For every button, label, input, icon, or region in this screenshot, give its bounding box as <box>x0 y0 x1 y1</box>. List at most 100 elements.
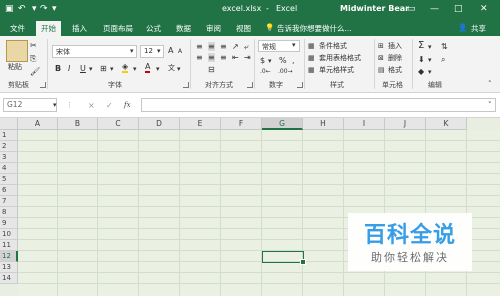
paste-button[interactable]: 粘贴 <box>8 63 22 72</box>
row-header-9[interactable]: 9 <box>0 218 18 229</box>
row-header-13[interactable]: 13 <box>0 262 18 273</box>
phonetic-dropdown-icon[interactable]: ▾ <box>177 65 181 74</box>
confirm-edit-icon[interactable]: ✓ <box>106 101 113 110</box>
tell-me-search[interactable]: 告诉我你想要做什么... <box>277 23 352 34</box>
expand-formula-bar-icon[interactable]: ˅ <box>488 101 492 110</box>
format-painter-icon[interactable]: 🖌 <box>30 67 40 76</box>
increase-decimal-icon[interactable]: .0← <box>260 67 271 76</box>
tab-insert[interactable]: 插入 <box>72 23 87 34</box>
select-all-corner[interactable] <box>0 118 18 130</box>
autosum-button[interactable]: Σ <box>418 41 424 51</box>
font-size-dropdown-icon[interactable]: ▾ <box>157 47 161 56</box>
quick-access-dropdown-icon[interactable]: ▾ <box>52 3 57 15</box>
conditional-format-icon[interactable]: ▦ <box>308 42 315 51</box>
close-icon[interactable]: ✕ <box>480 3 488 15</box>
underline-button[interactable]: U <box>80 64 86 73</box>
paste-icon[interactable] <box>6 40 28 62</box>
conditional-format-button[interactable]: 条件格式 <box>319 42 347 51</box>
column-header-h[interactable]: H <box>303 118 344 130</box>
autosum-dropdown-icon[interactable]: ▾ <box>428 43 432 52</box>
tab-file[interactable]: 文件 <box>10 23 25 34</box>
column-header-d[interactable]: D <box>139 118 180 130</box>
insert-cells-button[interactable]: 插入 <box>388 42 402 51</box>
column-header-b[interactable]: B <box>58 118 98 130</box>
tab-review[interactable]: 审阅 <box>206 23 221 34</box>
orientation-icon[interactable]: ↗ <box>232 42 239 51</box>
row-header-6[interactable]: 6 <box>0 185 18 196</box>
row-header-2[interactable]: 2 <box>0 141 18 152</box>
merge-center-icon[interactable]: ⊟ <box>208 65 215 74</box>
fill-color-icon[interactable]: ◈ <box>122 62 129 73</box>
share-icon[interactable]: 👤 <box>458 23 467 32</box>
column-header-e[interactable]: E <box>180 118 221 130</box>
grow-font-icon[interactable]: A <box>168 46 173 55</box>
align-right-icon[interactable]: ≡ <box>220 53 227 62</box>
tab-formulas[interactable]: 公式 <box>146 23 161 34</box>
phonetic-icon[interactable]: 文 <box>168 64 175 73</box>
column-header-c[interactable]: C <box>98 118 139 130</box>
fill-handle[interactable] <box>300 259 306 265</box>
font-name-select[interactable]: 宋体 <box>52 45 137 58</box>
number-launcher-icon[interactable] <box>297 82 303 88</box>
insert-cells-icon[interactable]: ⊞ <box>378 42 384 51</box>
insert-function-button[interactable]: fx <box>124 101 131 110</box>
font-launcher-icon[interactable] <box>183 82 189 88</box>
font-name-dropdown-icon[interactable]: ▾ <box>130 47 134 56</box>
cancel-edit-icon[interactable]: × <box>88 101 95 110</box>
percent-button[interactable]: % <box>279 56 287 65</box>
row-header-14[interactable]: 14 <box>0 273 18 284</box>
comma-button[interactable]: , <box>292 56 295 65</box>
formula-input[interactable] <box>141 98 496 112</box>
cell-styles-button[interactable]: 单元格样式 <box>319 66 354 75</box>
row-header-4[interactable]: 4 <box>0 163 18 174</box>
find-select-icon[interactable]: ⌕ <box>441 55 445 64</box>
copy-icon[interactable]: ⎘ <box>30 54 36 63</box>
row-header-1[interactable]: 1 <box>0 130 18 141</box>
row-header-7[interactable]: 7 <box>0 196 18 207</box>
tab-page-layout[interactable]: 页面布局 <box>103 23 133 34</box>
bold-button[interactable]: B <box>55 64 61 73</box>
share-button[interactable]: 共享 <box>471 23 486 34</box>
row-header-11[interactable]: 11 <box>0 240 18 251</box>
currency-icon[interactable]: $ <box>260 56 265 65</box>
delete-cells-icon[interactable]: ⊠ <box>378 54 384 63</box>
column-header-a[interactable]: A <box>18 118 58 130</box>
increase-indent-icon[interactable]: ⇥ <box>244 53 251 62</box>
name-box[interactable]: G12 <box>3 98 57 112</box>
format-cells-button[interactable]: 格式 <box>388 66 402 75</box>
clear-icon[interactable]: ◆ <box>418 67 424 76</box>
format-cells-icon[interactable]: ▤ <box>378 66 385 75</box>
decrease-indent-icon[interactable]: ⇤ <box>232 53 239 62</box>
fill-dropdown-icon[interactable]: ▾ <box>428 56 432 65</box>
clear-dropdown-icon[interactable]: ▾ <box>428 68 432 77</box>
tab-data[interactable]: 数据 <box>176 23 191 34</box>
column-header-i[interactable]: I <box>344 118 385 130</box>
tab-home[interactable]: 开始 <box>36 21 61 36</box>
align-center-icon[interactable]: ≡ <box>208 53 215 62</box>
undo-icon[interactable]: ↶ <box>18 3 26 15</box>
column-header-f[interactable]: F <box>221 118 262 130</box>
font-color-dropdown-icon[interactable]: ▾ <box>156 65 160 74</box>
format-table-icon[interactable]: ▦ <box>308 54 315 63</box>
fill-color-dropdown-icon[interactable]: ▾ <box>133 65 137 74</box>
wrap-text-icon[interactable]: ⤶ <box>244 42 248 51</box>
name-box-dropdown-icon[interactable]: ▾ <box>53 101 57 110</box>
row-header-8[interactable]: 8 <box>0 207 18 218</box>
borders-icon[interactable]: ⊞ <box>100 64 107 73</box>
italic-button[interactable]: I <box>68 64 70 73</box>
currency-dropdown-icon[interactable]: ▾ <box>268 57 272 66</box>
align-top-icon[interactable]: ≡ <box>196 42 203 51</box>
row-header-12[interactable]: 12 <box>0 251 18 262</box>
tab-view[interactable]: 视图 <box>236 23 251 34</box>
align-left-icon[interactable]: ≡ <box>196 53 203 62</box>
row-header-10[interactable]: 10 <box>0 229 18 240</box>
font-color-icon[interactable]: A <box>145 62 151 73</box>
clipboard-launcher-icon[interactable] <box>40 82 46 88</box>
row-header-5[interactable]: 5 <box>0 174 18 185</box>
underline-dropdown-icon[interactable]: ▾ <box>89 65 93 74</box>
borders-dropdown-icon[interactable]: ▾ <box>110 65 114 74</box>
column-header-g[interactable]: G <box>262 118 303 130</box>
undo-dropdown-icon[interactable]: ▾ <box>32 3 37 15</box>
save-icon[interactable]: ▣ <box>5 3 14 15</box>
fill-icon[interactable]: ⬇ <box>418 55 425 64</box>
